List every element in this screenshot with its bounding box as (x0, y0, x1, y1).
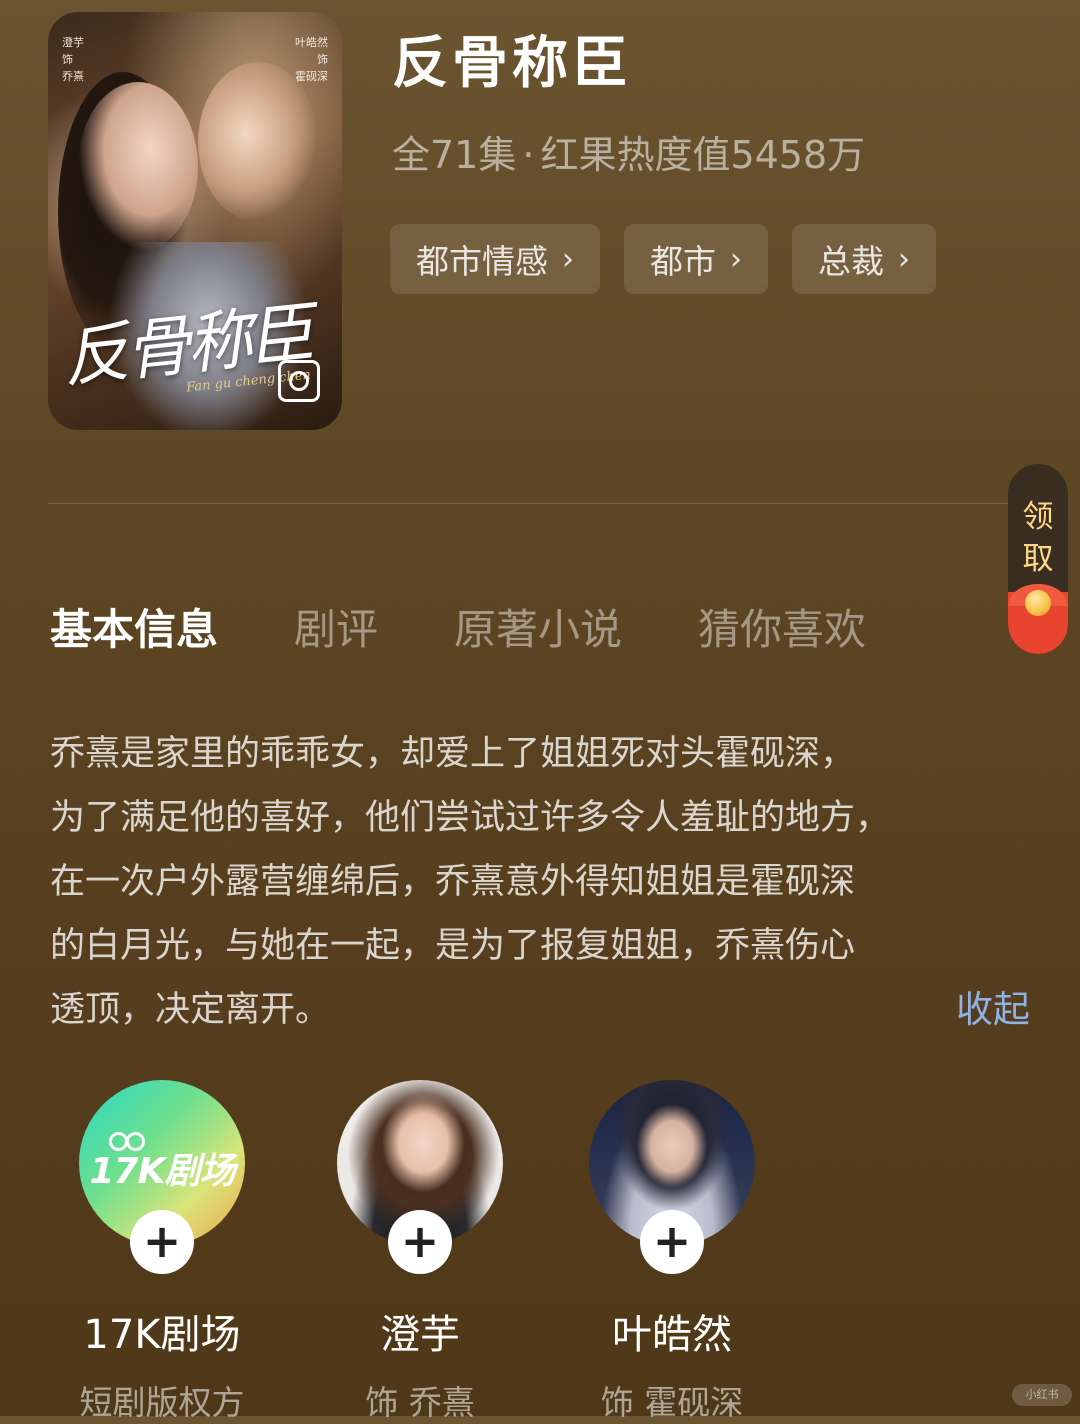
follow-plus-icon[interactable]: + (640, 1210, 704, 1274)
chevron-right-icon: › (898, 241, 910, 277)
poster-image[interactable]: 澄芋 饰 乔熹 叶皓然 饰 霍砚深 反骨称臣 Fan gu cheng chen (48, 12, 342, 430)
tab-basic-info[interactable]: 基本信息 (50, 596, 218, 657)
follow-plus-icon[interactable]: + (130, 1210, 194, 1274)
poster-actor-face (198, 62, 318, 222)
meta-separator: · (522, 133, 535, 177)
tab-recommendations[interactable]: 猜你喜欢 (698, 596, 866, 657)
tag-label: 总裁 (818, 242, 884, 281)
synopsis-line: 乔熹是家里的乖乖女，却爱上了姐姐死对头霍砚深， (50, 734, 856, 774)
person-card-publisher[interactable]: 17K剧场 + 17K剧场 短剧版权方 (42, 1080, 282, 1424)
poster-actress-face (78, 82, 198, 252)
tab-original-novel[interactable]: 原著小说 (454, 596, 622, 657)
synopsis-line: 的白月光，与她在一起，是为了报复姐姐，乔熹伤心 (50, 926, 856, 966)
divider (48, 503, 1032, 504)
drama-meta: 全71集 · 红果热度值5458万 (392, 124, 865, 179)
person-name: 17K剧场 (83, 1312, 241, 1358)
synopsis-line: 在一次户外露营缠绵后，乔熹意外得知姐姐是霍砚深 (50, 862, 856, 902)
claim-label: 领 取 (1022, 499, 1054, 577)
person-name: 澄芋 (380, 1312, 460, 1358)
chevron-right-icon: › (562, 241, 574, 277)
heat-value: 红果热度值5458万 (540, 133, 866, 177)
tag-label: 都市 (650, 242, 716, 281)
tag-urban[interactable]: 都市 › (624, 224, 768, 294)
person-role: 饰 乔熹 (365, 1383, 475, 1422)
tag-label: 都市情感 (416, 242, 548, 281)
synopsis: 乔熹是家里的乖乖女，却爱上了姐姐死对头霍砚深， 为了满足他的喜好，他们尝试过许多… (50, 722, 1030, 1042)
drama-title: 反骨称臣 (392, 31, 632, 96)
genre-tags: 都市情感 › 都市 › 总裁 › (390, 224, 936, 294)
publisher-logo-text: 17K剧场 (89, 1151, 236, 1192)
gold-coin-icon (1025, 590, 1051, 616)
person-role: 短剧版权方 (79, 1383, 245, 1422)
tag-ceo[interactable]: 总裁 › (792, 224, 936, 294)
synopsis-line: 透顶，决定离开。 (50, 990, 331, 1030)
tag-urban-romance[interactable]: 都市情感 › (390, 224, 600, 294)
follow-plus-icon[interactable]: + (388, 1210, 452, 1274)
poster-credits-right: 叶皓然 饰 霍砚深 (295, 36, 328, 83)
watermark: 小红书 (1012, 1384, 1072, 1406)
poster-logo-icon (278, 360, 320, 402)
person-role: 饰 霍砚深 (600, 1383, 744, 1422)
tab-reviews[interactable]: 剧评 (294, 596, 378, 657)
poster-credits-left: 澄芋 饰 乔熹 (62, 36, 84, 83)
collapse-link[interactable]: 收起 (956, 978, 1030, 1042)
tab-bar: 基本信息 剧评 原著小说 猜你喜欢 (50, 596, 866, 657)
episode-count: 全71集 (392, 133, 517, 177)
person-name: 叶皓然 (612, 1312, 732, 1358)
person-card-actress[interactable]: + 澄芋 饰 乔熹 (300, 1080, 540, 1424)
synopsis-line: 为了满足他的喜好，他们尝试过许多令人羞耻的地方， (50, 798, 891, 838)
person-card-actor[interactable]: + 叶皓然 饰 霍砚深 (552, 1080, 792, 1424)
claim-reward-button[interactable]: 领 取 (1008, 464, 1068, 654)
chevron-right-icon: › (730, 241, 742, 277)
